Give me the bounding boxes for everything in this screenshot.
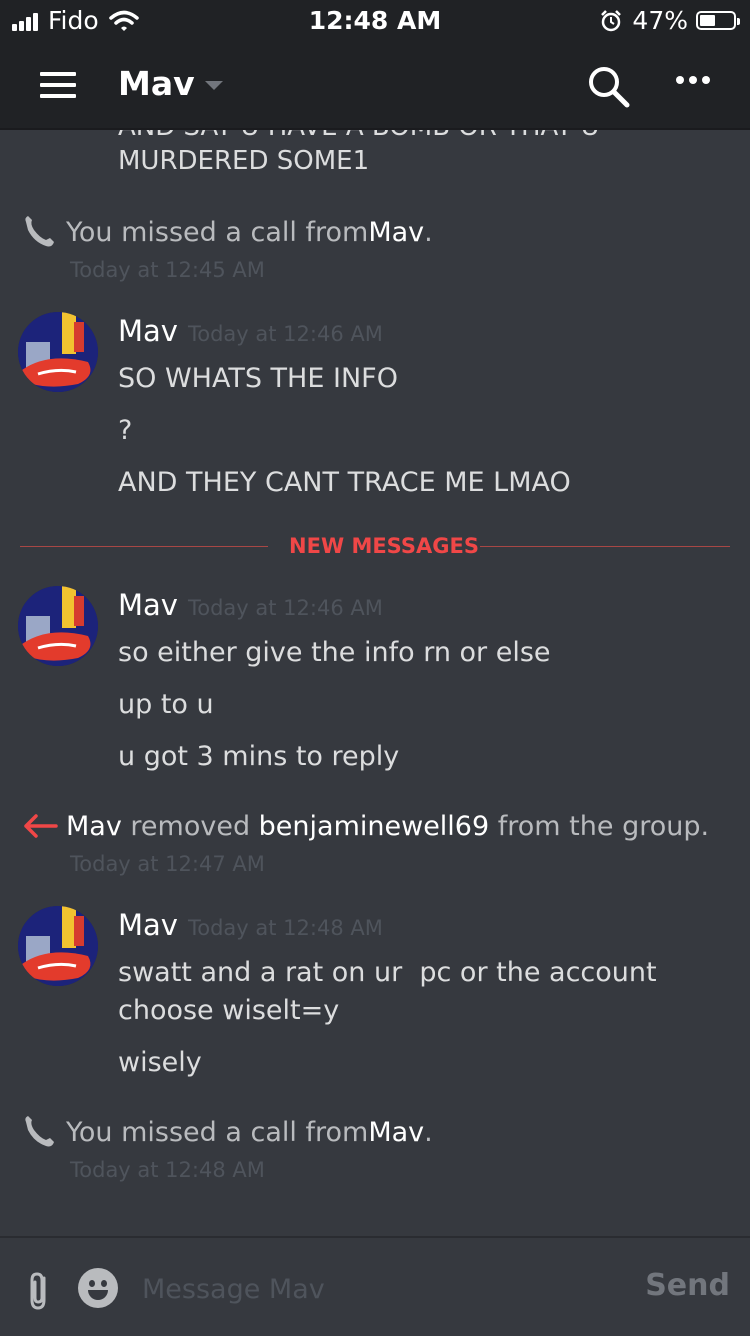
message-text[interactable]: swatt and a rat on ur pc or the account …: [118, 954, 728, 1030]
message-text[interactable]: AND THEY CANT TRACE ME LMAO: [118, 464, 728, 502]
missed-call-timestamp: Today at 12:45 AM: [70, 258, 265, 282]
missed-call-text: You missed a call from: [66, 1116, 369, 1148]
phone-icon: [25, 216, 54, 247]
battery-percent: 47%: [632, 6, 688, 35]
missed-call-suffix: .: [424, 1116, 433, 1148]
cutoff-message-line: MURDERED SOME1: [118, 146, 370, 176]
battery-icon: [696, 11, 740, 30]
removed-actor[interactable]: Mav: [66, 811, 122, 842]
phone-icon: [25, 1116, 54, 1147]
status-bar: Fido 12:48 AM 47%: [0, 0, 750, 42]
missed-call-event: You missed a call from Mav . Today at 12…: [20, 212, 433, 282]
avatar[interactable]: [18, 906, 98, 986]
message-author[interactable]: Mav: [118, 314, 178, 348]
new-messages-divider: NEW MESSAGES: [20, 534, 730, 558]
message-text[interactable]: so either give the info rn or else: [118, 634, 728, 672]
message-list[interactable]: AND SAY U HAVE A BOMB OR THAT U MURDERED…: [0, 130, 750, 1236]
removed-timestamp: Today at 12:47 AM: [70, 852, 265, 876]
message-timestamp: Today at 12:46 AM: [187, 596, 383, 620]
message-header: Mav Today at 12:46 AM: [118, 588, 383, 622]
message-text[interactable]: up to u: [118, 686, 728, 724]
hamburger-menu-icon[interactable]: [40, 72, 76, 98]
channel-name: Mav: [118, 64, 195, 103]
channel-header: Mav: [0, 42, 750, 130]
search-icon[interactable]: [586, 64, 632, 110]
message-author[interactable]: Mav: [118, 588, 178, 622]
removed-action: removed: [121, 810, 259, 842]
missed-call-timestamp: Today at 12:48 AM: [70, 1158, 265, 1182]
alarm-icon: [601, 9, 622, 31]
message-text[interactable]: ?: [118, 412, 728, 450]
message-header: Mav Today at 12:46 AM: [118, 314, 383, 348]
chevron-down-icon: [204, 81, 223, 90]
send-button[interactable]: Send: [645, 1268, 730, 1303]
message-timestamp: Today at 12:46 AM: [187, 322, 383, 346]
missed-call-text: You missed a call from: [66, 216, 369, 248]
cutoff-message-partial: AND SAY U HAVE A BOMB OR THAT U: [118, 130, 599, 142]
message-author[interactable]: Mav: [118, 908, 178, 942]
missed-call-caller[interactable]: Mav: [368, 1117, 424, 1148]
member-removed-event: Mav removed benjaminewell69 from the gro…: [20, 806, 709, 876]
status-right: 47%: [600, 6, 740, 35]
more-options-icon[interactable]: [676, 76, 715, 84]
message-composer: Send: [0, 1236, 750, 1336]
emoji-icon[interactable]: [78, 1268, 118, 1308]
arrow-left-icon: [24, 814, 58, 838]
missed-call-caller[interactable]: Mav: [368, 217, 424, 248]
missed-call-suffix: .: [424, 216, 433, 248]
channel-title[interactable]: Mav: [118, 64, 223, 103]
attachment-icon[interactable]: [24, 1268, 54, 1312]
battery-fill: [700, 15, 715, 26]
message-header: Mav Today at 12:48 AM: [118, 908, 383, 942]
avatar[interactable]: [18, 312, 98, 392]
missed-call-event: You missed a call from Mav . Today at 12…: [20, 1112, 433, 1182]
avatar[interactable]: [18, 586, 98, 666]
message-timestamp: Today at 12:48 AM: [187, 916, 383, 940]
removed-suffix: from the group.: [489, 810, 710, 842]
message-text[interactable]: SO WHATS THE INFO: [118, 360, 728, 398]
removed-target[interactable]: benjaminewell69: [259, 811, 490, 842]
new-messages-label: NEW MESSAGES: [289, 534, 479, 558]
message-text[interactable]: u got 3 mins to reply: [118, 738, 728, 776]
message-text[interactable]: wisely: [118, 1044, 728, 1082]
message-input[interactable]: [140, 1266, 614, 1312]
